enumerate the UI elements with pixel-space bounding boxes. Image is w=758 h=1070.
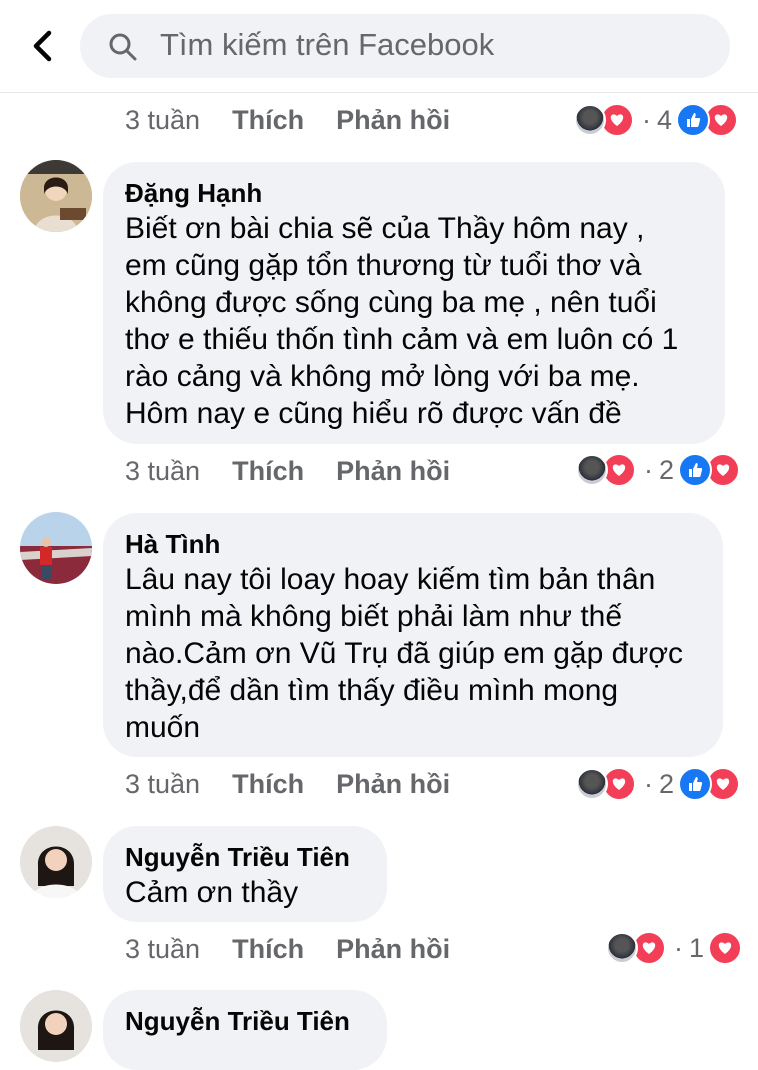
comment-author[interactable]: Hà Tình: [125, 527, 701, 561]
avatar[interactable]: [20, 512, 92, 584]
comment-author[interactable]: Đặng Hạnh: [125, 176, 703, 210]
profile-photo: [20, 826, 92, 898]
comment-author[interactable]: Nguyễn Triều Tiên: [125, 840, 365, 874]
back-button[interactable]: [20, 22, 64, 70]
comment-bubble: Hà Tình Lâu nay tôi loay hoay kiếm tìm b…: [103, 513, 723, 757]
love-reaction-icon: [708, 931, 743, 965]
reply-button[interactable]: Phản hồi: [336, 456, 450, 487]
chevron-left-icon: [33, 30, 52, 62]
like-button[interactable]: Thích: [232, 769, 304, 800]
like-button[interactable]: Thích: [232, 105, 304, 136]
comment-bubble: Nguyễn Triều Tiên Cảm ơn thầy: [103, 826, 387, 922]
like-reaction-icon: [678, 767, 713, 801]
comment-time[interactable]: 3 tuần: [125, 105, 200, 136]
avatar[interactable]: [20, 990, 92, 1062]
search-input[interactable]: Tìm kiếm trên Facebook: [80, 14, 730, 78]
comment-text: Cảm ơn thầy: [125, 876, 299, 909]
reaction-summary[interactable]: · 1: [606, 930, 743, 966]
reply-button[interactable]: Phản hồi: [336, 105, 450, 136]
reaction-summary[interactable]: · 4: [574, 102, 739, 138]
comment-meta-row: 3 tuần Thích Phản hồi: [125, 764, 450, 804]
reaction-count: 4: [657, 104, 673, 135]
profile-photo: [20, 160, 92, 232]
comment-time[interactable]: 3 tuần: [125, 456, 200, 487]
author-reaction-avatar: [576, 768, 608, 800]
comment-meta-row: 3 tuần Thích Phản hồi: [125, 929, 450, 969]
author-reaction-avatar: [576, 454, 608, 486]
profile-photo: [20, 990, 92, 1062]
reaction-summary[interactable]: · 2: [576, 766, 741, 802]
author-reaction-avatar: [606, 932, 638, 964]
reaction-count: 2: [659, 454, 675, 485]
reply-button[interactable]: Phản hồi: [336, 934, 450, 965]
profile-photo: [20, 512, 92, 584]
comment-time[interactable]: 3 tuần: [125, 934, 200, 965]
avatar[interactable]: [20, 160, 92, 232]
comment-bubble: Nguyễn Triều Tiên: [103, 990, 387, 1070]
comment-text: Lâu nay tôi loay hoay kiếm tìm bản thân …: [125, 563, 684, 744]
like-button[interactable]: Thích: [232, 456, 304, 487]
search-icon: [109, 33, 137, 61]
reaction-count: 2: [659, 768, 675, 799]
comment-meta-row: 3 tuần Thích Phản hồi: [125, 100, 450, 140]
like-reaction-icon: [676, 103, 711, 137]
search-placeholder: Tìm kiếm trên Facebook: [160, 27, 495, 62]
comment-text: Biết ơn bài chia sẽ của Thầy hôm nay , e…: [125, 212, 679, 430]
author-reaction-avatar: [574, 104, 606, 136]
reply-button[interactable]: Phản hồi: [336, 769, 450, 800]
avatar[interactable]: [20, 826, 92, 898]
comment-time[interactable]: 3 tuần: [125, 769, 200, 800]
comment-author[interactable]: Nguyễn Triều Tiên: [125, 1004, 365, 1038]
reaction-count: 1: [689, 932, 705, 963]
like-button[interactable]: Thích: [232, 934, 304, 965]
reaction-summary[interactable]: · 2: [576, 452, 741, 488]
like-reaction-icon: [678, 453, 713, 487]
comment-bubble: Đặng Hạnh Biết ơn bài chia sẽ của Thầy h…: [103, 162, 725, 444]
top-bar: Tìm kiếm trên Facebook: [0, 0, 758, 93]
comment-meta-row: 3 tuần Thích Phản hồi: [125, 451, 450, 491]
